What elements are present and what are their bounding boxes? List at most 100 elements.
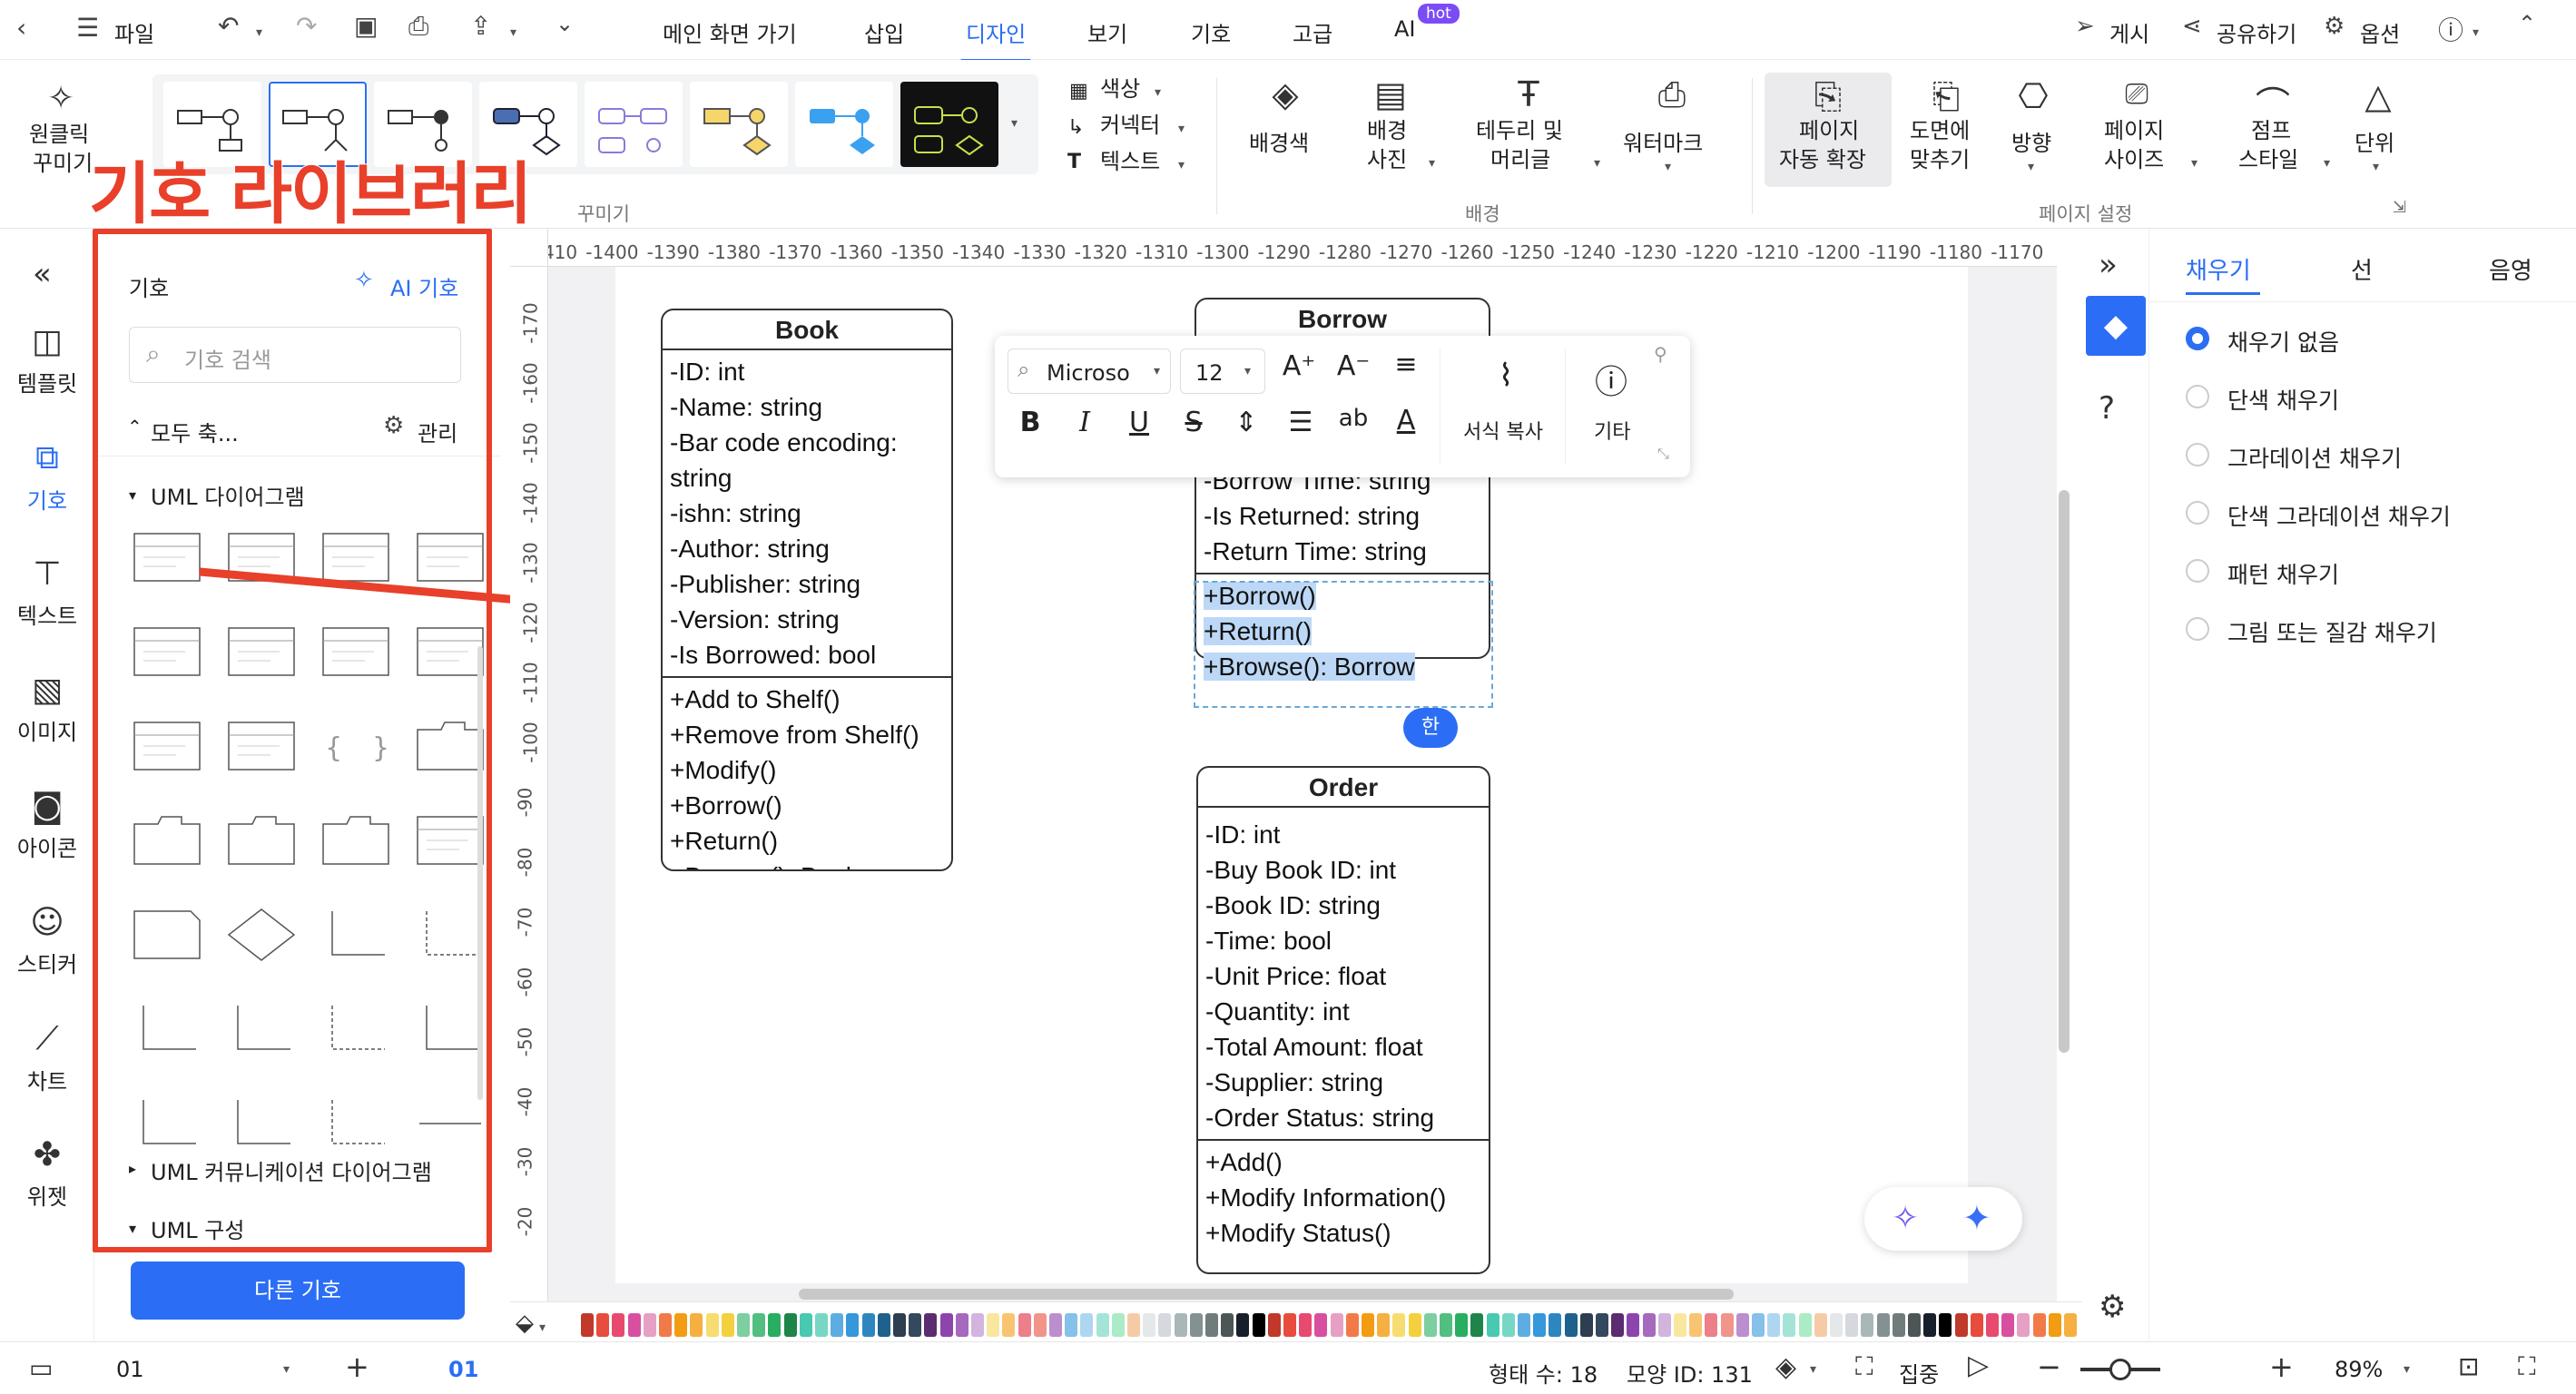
- play-icon[interactable]: ▷: [1968, 1350, 1989, 1381]
- canvas-vertical-scrollbar[interactable]: [2059, 490, 2070, 1053]
- color-swatch[interactable]: [1299, 1313, 1313, 1337]
- share-icon[interactable]: ⋖: [2182, 13, 2202, 40]
- color-swatch[interactable]: [1767, 1313, 1781, 1337]
- color-swatch[interactable]: [939, 1313, 953, 1337]
- italic-icon[interactable]: I: [1064, 407, 1106, 438]
- layers-dropdown-icon[interactable]: ▾: [1810, 1362, 1816, 1377]
- redo-icon[interactable]: ↷: [296, 11, 317, 41]
- theme-7[interactable]: [795, 82, 893, 167]
- border-header-label-b[interactable]: 머리글: [1490, 145, 1550, 174]
- fit-label-a[interactable]: 도면에: [1910, 116, 1970, 145]
- color-swatch[interactable]: [1923, 1313, 1937, 1337]
- color-swatch[interactable]: [924, 1313, 938, 1337]
- color-swatch[interactable]: [1689, 1313, 1703, 1337]
- color-swatch[interactable]: [861, 1313, 875, 1337]
- canvas-horizontal-scrollbar[interactable]: [799, 1289, 1734, 1300]
- connector-button[interactable]: 커넥터: [1100, 111, 1160, 140]
- fill-option[interactable]: 패턴 채우기: [2186, 555, 2567, 592]
- color-swatch[interactable]: [1970, 1313, 1983, 1337]
- bold-icon[interactable]: B: [1009, 407, 1051, 438]
- color-swatch[interactable]: [783, 1313, 797, 1337]
- unit-dropdown-icon[interactable]: ▾: [2373, 160, 2379, 174]
- color-swatch[interactable]: [1174, 1313, 1187, 1337]
- color-swatch[interactable]: [1518, 1313, 1530, 1337]
- color-swatch[interactable]: [690, 1313, 703, 1337]
- unit-button[interactable]: 단위: [2355, 129, 2394, 158]
- collapse-panel-icon[interactable]: «: [33, 256, 52, 292]
- color-swatch[interactable]: [1111, 1313, 1125, 1337]
- radio-button[interactable]: [2186, 617, 2209, 641]
- help-icon[interactable]: ⓘ: [2438, 11, 2463, 47]
- help-dropdown-icon[interactable]: ▾: [2473, 25, 2479, 40]
- page-panel-icon[interactable]: ▭: [29, 1353, 53, 1383]
- text-button[interactable]: 텍스트: [1100, 147, 1160, 176]
- undo-icon[interactable]: ↶: [218, 11, 239, 41]
- color-swatch[interactable]: [831, 1313, 844, 1337]
- page-size-label-a[interactable]: 페이지: [2104, 116, 2164, 145]
- color-swatch[interactable]: [1798, 1313, 1812, 1337]
- underline-icon[interactable]: U: [1118, 407, 1160, 438]
- jump-label-a[interactable]: 점프: [2251, 116, 2291, 145]
- tab-line[interactable]: 선: [2351, 252, 2373, 286]
- theme-5[interactable]: [585, 82, 683, 167]
- color-swatch[interactable]: [1705, 1313, 1718, 1337]
- sidebar-item-chart[interactable]: ⟋ 차트: [0, 1020, 94, 1095]
- fit-screen-icon[interactable]: ⊡: [2458, 1351, 2479, 1381]
- color-swatch[interactable]: [1752, 1313, 1765, 1337]
- color-swatch[interactable]: [1096, 1313, 1109, 1337]
- one-click-decorate-label-a[interactable]: 원클릭: [29, 120, 89, 149]
- color-swatch[interactable]: [1080, 1313, 1094, 1337]
- auto-extend-button[interactable]: ⎘ 페이지 자동 확장: [1765, 73, 1892, 187]
- export-icon[interactable]: ⇪: [470, 11, 491, 41]
- color-swatch[interactable]: [1470, 1313, 1484, 1337]
- color-swatch[interactable]: [1049, 1313, 1062, 1337]
- page-select-dropdown-icon[interactable]: ▾: [283, 1362, 290, 1377]
- color-swatch[interactable]: [1127, 1313, 1140, 1337]
- tab-shadow[interactable]: 음영: [2489, 252, 2532, 286]
- color-swatch[interactable]: [1408, 1313, 1421, 1337]
- theme-6[interactable]: [690, 82, 788, 167]
- menu-ai[interactable]: AI: [1394, 16, 1416, 42]
- more-label[interactable]: 기타: [1594, 416, 1630, 445]
- one-click-decorate-label-b[interactable]: 꾸미기: [33, 149, 93, 178]
- hamburger-icon[interactable]: ☰: [76, 13, 99, 43]
- sidebar-item-image[interactable]: ▧ 이미지: [0, 672, 94, 746]
- color-swatch[interactable]: [1642, 1313, 1656, 1337]
- color-swatch[interactable]: [2032, 1313, 2046, 1337]
- fill-option[interactable]: 채우기 없음: [2186, 323, 2567, 359]
- share-button[interactable]: 공유하기: [2217, 16, 2296, 48]
- sidebar-item-icon[interactable]: ◙ 아이콘: [0, 788, 94, 862]
- fill-option[interactable]: 단색 채우기: [2186, 381, 2567, 417]
- color-swatch[interactable]: [1533, 1313, 1547, 1337]
- radio-button[interactable]: [2186, 501, 2209, 525]
- back-icon[interactable]: ‹: [16, 13, 26, 43]
- more-chevron-icon[interactable]: ⌄: [556, 11, 574, 36]
- color-swatch[interactable]: [1596, 1313, 1608, 1337]
- add-page-icon[interactable]: +: [345, 1350, 369, 1384]
- uml-class-order[interactable]: Order -ID: int -Buy Book ID: int -Book ID:…: [1196, 766, 1490, 1274]
- paint-bucket-icon[interactable]: ⬙: [516, 1310, 534, 1337]
- collapse-right-panel-icon[interactable]: »: [2099, 247, 2118, 283]
- text-dropdown-icon[interactable]: ▾: [1178, 158, 1185, 172]
- settings-gear-icon[interactable]: ⚙: [2099, 1289, 2126, 1325]
- color-swatch[interactable]: [1143, 1313, 1156, 1337]
- border-header-label-a[interactable]: 테두리 및: [1476, 116, 1563, 145]
- publish-icon[interactable]: ➢: [2075, 13, 2095, 40]
- orientation-dropdown-icon[interactable]: ▾: [2028, 160, 2034, 174]
- orientation-button[interactable]: 방향: [2011, 129, 2051, 158]
- export-dropdown-icon[interactable]: ▾: [510, 25, 516, 40]
- color-swatch[interactable]: [799, 1313, 812, 1337]
- gear-icon[interactable]: ⚙: [2324, 13, 2345, 40]
- radio-button[interactable]: [2186, 385, 2209, 408]
- decrease-font-icon[interactable]: A⁻: [1332, 350, 1374, 382]
- publish-button[interactable]: 게시: [2109, 16, 2149, 48]
- color-swatch[interactable]: [987, 1313, 1000, 1337]
- border-dropdown-icon[interactable]: ▾: [1594, 156, 1600, 171]
- color-swatch[interactable]: [1486, 1313, 1499, 1337]
- color-swatch[interactable]: [1954, 1313, 1968, 1337]
- bg-photo-label-a[interactable]: 배경: [1367, 116, 1407, 145]
- radio-button[interactable]: [2186, 443, 2209, 466]
- color-swatch[interactable]: [1455, 1313, 1469, 1337]
- fullscreen-icon[interactable]: ⛶: [2518, 1351, 2536, 1382]
- color-swatch[interactable]: [643, 1313, 656, 1337]
